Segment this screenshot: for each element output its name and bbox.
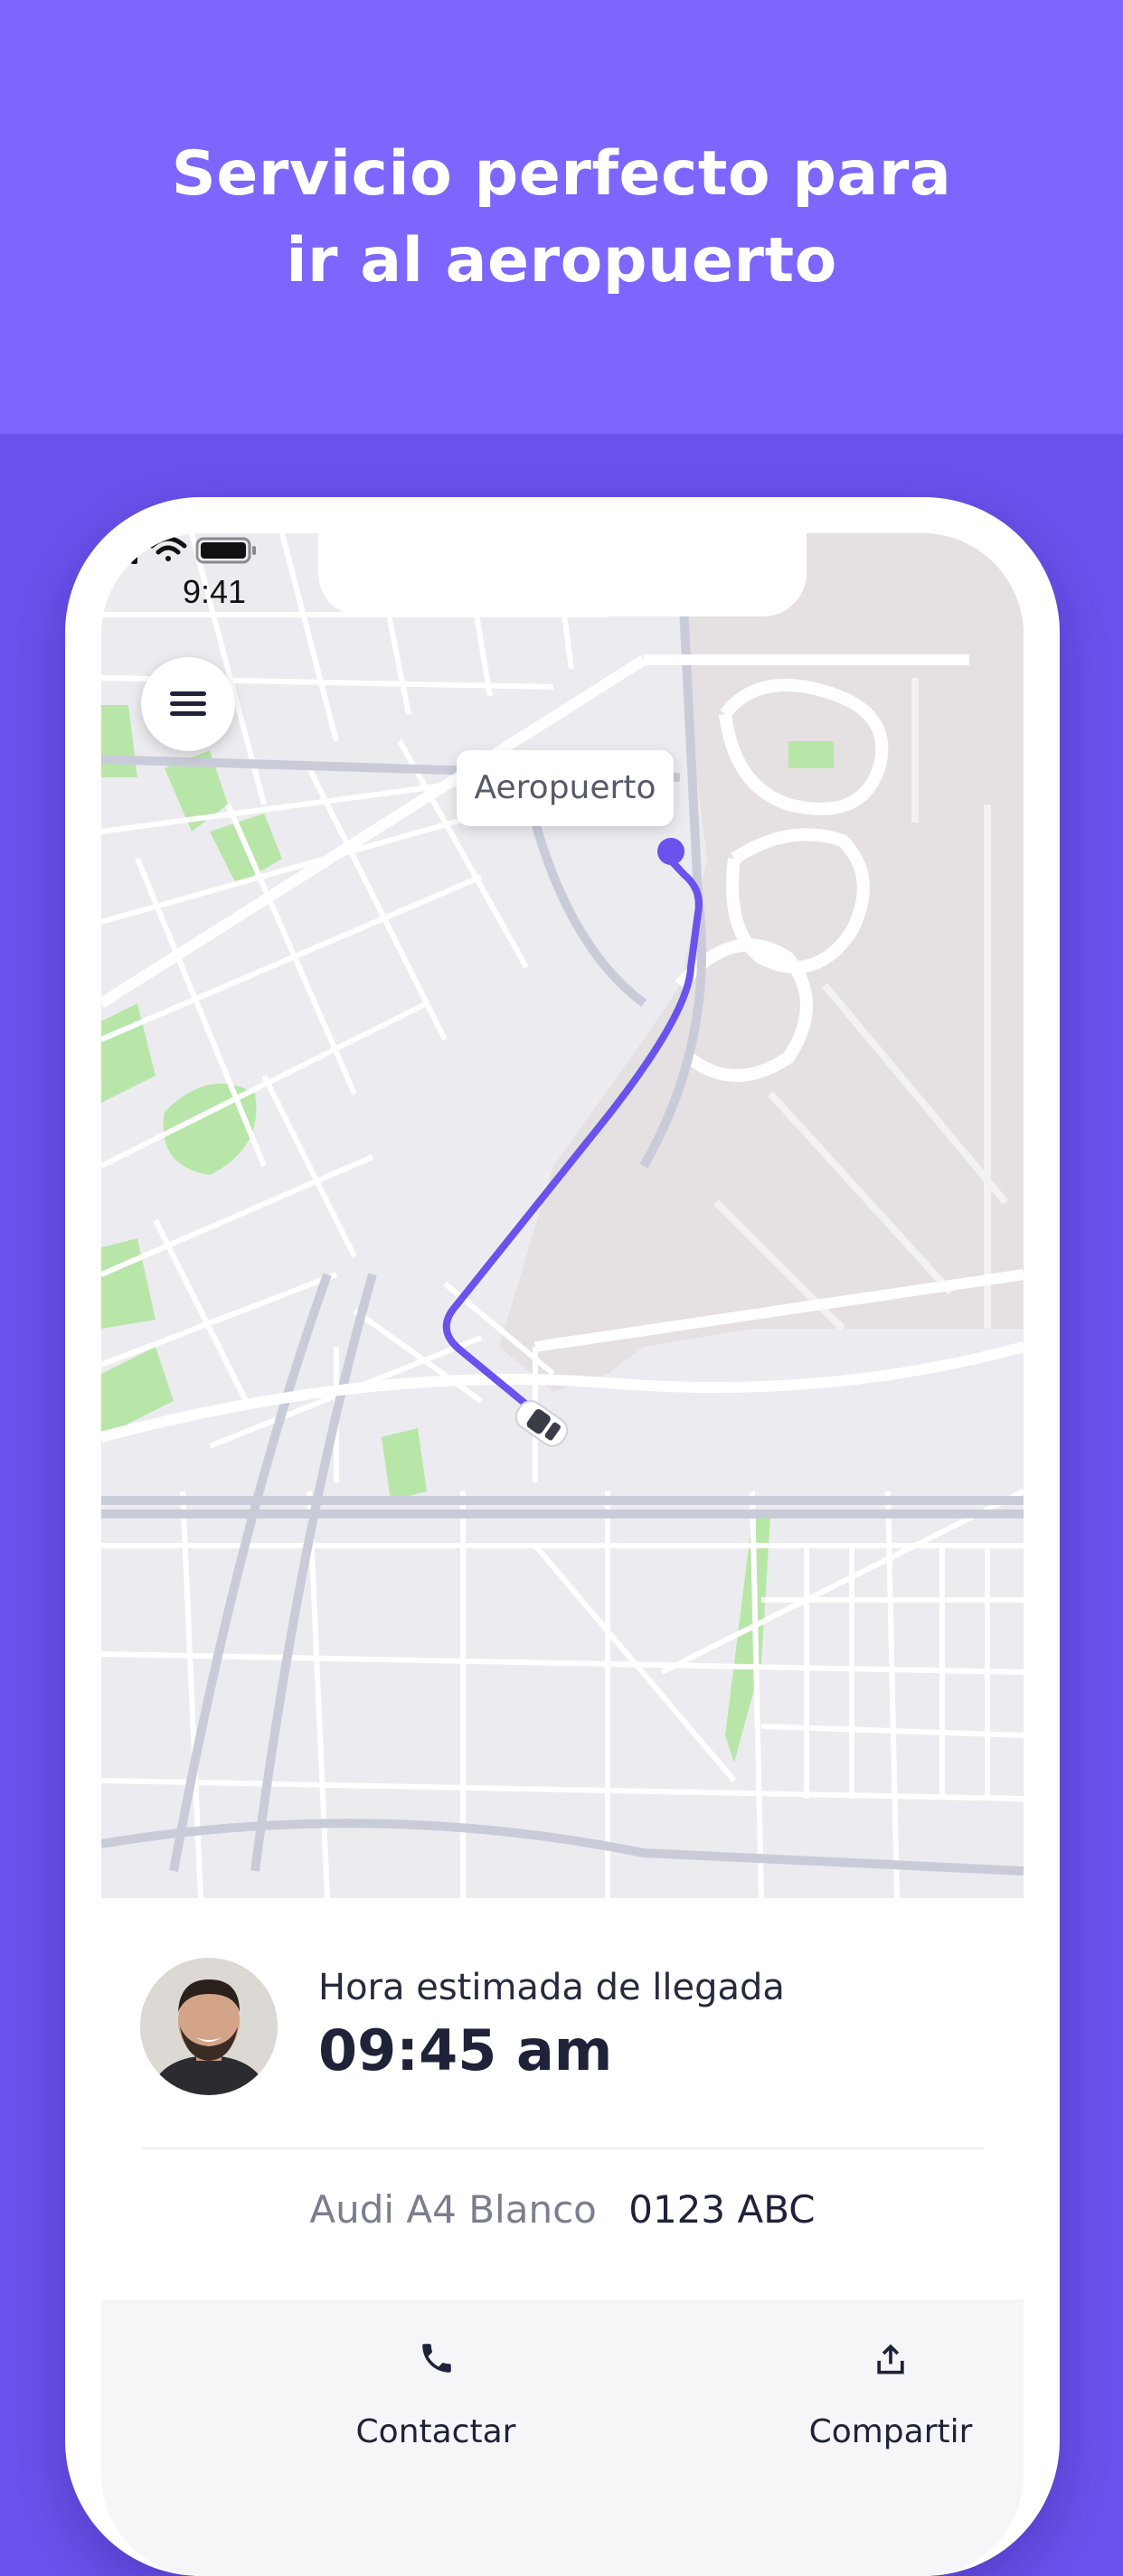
driver-photo	[140, 1958, 278, 2095]
park	[101, 705, 137, 777]
share-icon	[877, 2344, 904, 2374]
park	[788, 741, 834, 768]
vehicle-plate: 0123 ABC	[628, 2187, 816, 2232]
hero-curve	[0, 343, 1123, 434]
headline: Servicio perfecto para ir al aeropuerto	[0, 131, 1123, 305]
driver-avatar[interactable]	[140, 1958, 278, 2095]
map-svg	[101, 533, 1024, 1898]
status-icons	[101, 536, 256, 564]
park	[382, 1428, 427, 1500]
eta-label: Hora estimada de llegada	[318, 1967, 785, 2008]
status-time: 9:41	[183, 573, 247, 610]
phone-frame: 9:41 Aeropuerto Hora estimada de llegada…	[65, 497, 1060, 2576]
signal-icon	[101, 537, 137, 564]
notch	[318, 533, 807, 616]
menu-button[interactable]	[141, 657, 235, 751]
action-bar: Contactar Compartir	[101, 2299, 1024, 2576]
share-label: Compartir	[808, 2413, 973, 2450]
eta-time: 09:45 am	[318, 2017, 613, 2083]
contact-button[interactable]: Contactar	[282, 2299, 590, 2480]
car-marker	[514, 1400, 569, 1447]
phone-screen: 9:41 Aeropuerto Hora estimada de llegada…	[101, 533, 1024, 2576]
battery-icon	[195, 537, 256, 564]
headline-line-1: Servicio perfecto para	[171, 138, 952, 210]
hamburger-icon	[170, 691, 206, 716]
phone-icon	[422, 2344, 451, 2373]
wifi-icon	[149, 536, 187, 561]
share-button[interactable]: Compartir	[737, 2299, 1024, 2480]
vehicle-model: Audi A4 Blanco	[309, 2187, 597, 2232]
contact-label: Contactar	[355, 2413, 516, 2450]
vehicle-info: Audi A4 Blanco 0123 ABC	[101, 2187, 1024, 2232]
destination-label: Aeropuerto	[457, 750, 674, 826]
destination-marker[interactable]	[657, 838, 684, 865]
divider	[141, 2148, 984, 2149]
map-view[interactable]: 9:41 Aeropuerto	[101, 533, 1024, 1898]
headline-line-2: ir al aeropuerto	[286, 225, 837, 296]
trip-sheet: Hora estimada de llegada 09:45 am Audi A…	[101, 1898, 1024, 2576]
